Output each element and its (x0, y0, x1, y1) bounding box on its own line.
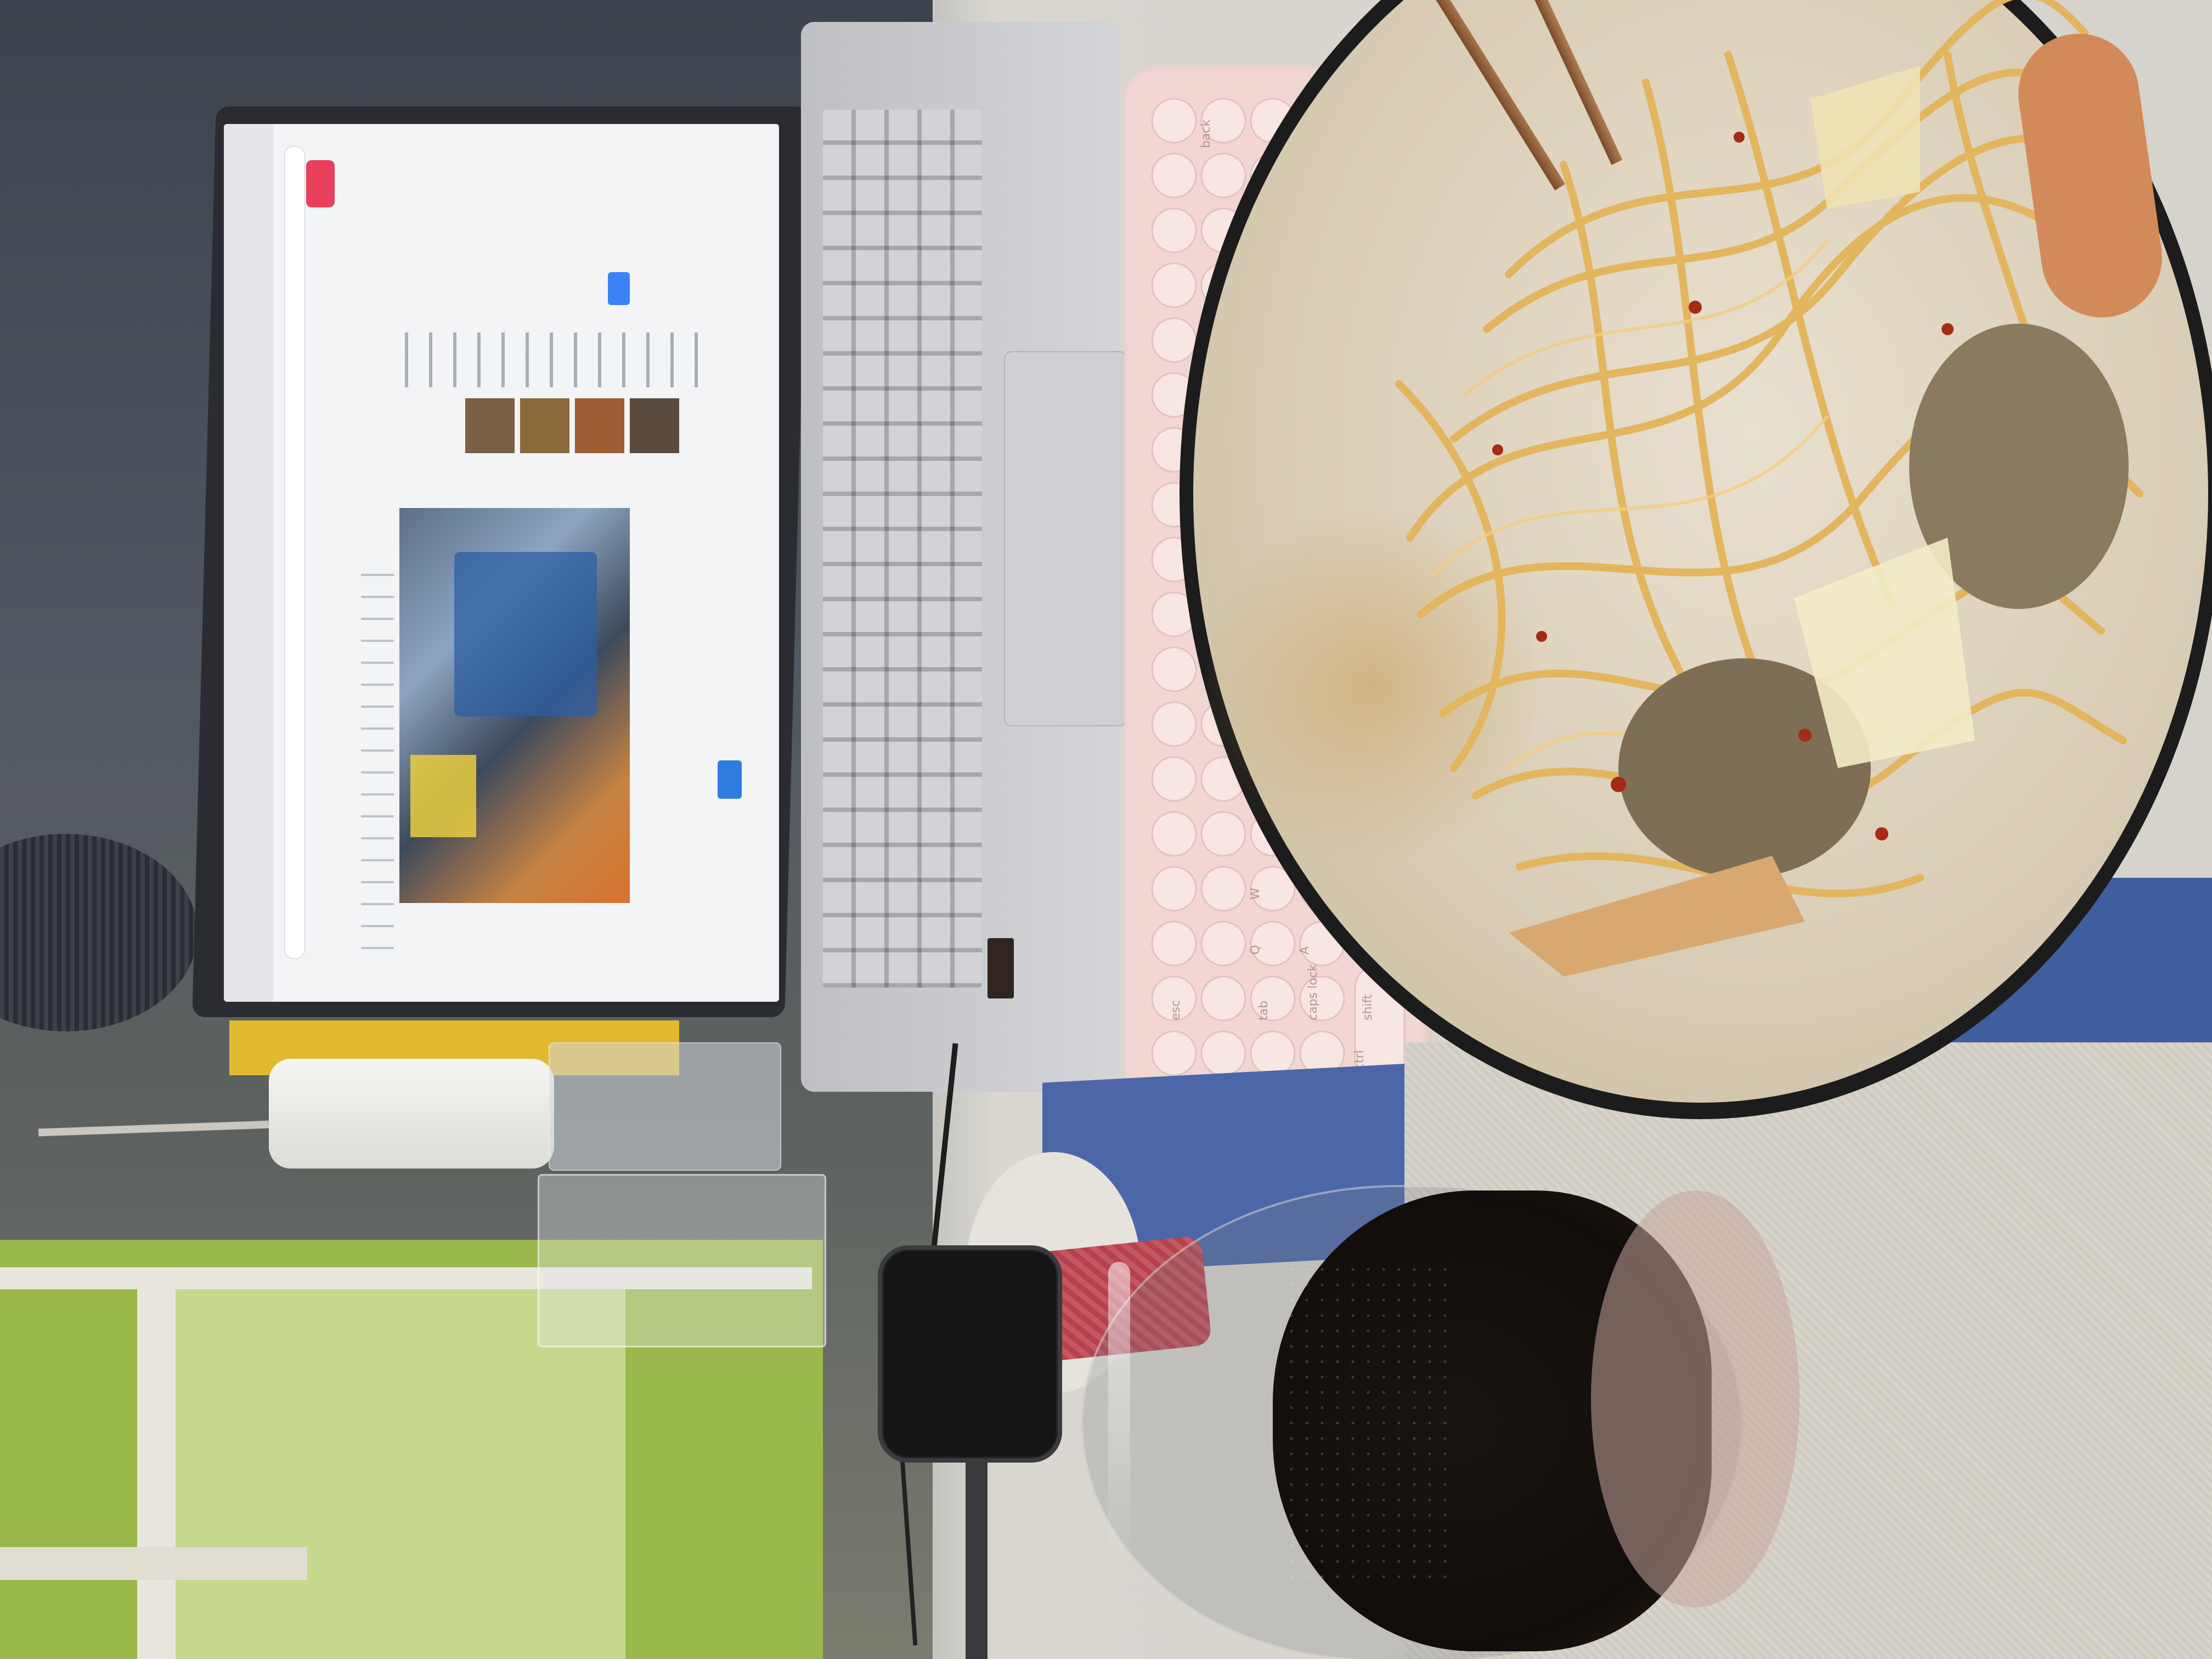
coaster (1591, 1190, 1799, 1607)
key-label-back: back (1199, 119, 1213, 148)
sausage (2018, 33, 2162, 318)
laptop-trackpad (1004, 351, 1127, 726)
laptop-keyboard (823, 110, 982, 988)
blue-action-button[interactable] (718, 760, 742, 799)
desk-photo-scene: logi ctrl shift caps lock tab esc A W Q … (0, 0, 2212, 1659)
shelf-board (0, 1547, 307, 1580)
blurred-text-lines (405, 332, 712, 387)
key-label-caps-lock: caps lock (1306, 964, 1320, 1020)
key-label-q: Q (1249, 945, 1262, 955)
key-label-esc: esc (1169, 1000, 1183, 1020)
smartwatch (878, 1245, 1062, 1463)
browser-tab-bar[interactable] (224, 124, 273, 1002)
acrylic-organizer (538, 1174, 826, 1347)
water-flosser (269, 1059, 554, 1169)
recommendation-thumb-4[interactable] (630, 398, 679, 453)
fish-tofu (1509, 856, 1805, 977)
shelf-divider (137, 1278, 176, 1659)
laptop-sticker (988, 938, 1014, 998)
recommendation-thumb-2[interactable] (520, 398, 569, 453)
key-label-tab: tab (1257, 1001, 1271, 1020)
water-flosser-tank (549, 1042, 781, 1171)
recommendation-thumb-3[interactable] (575, 398, 624, 453)
glass-highlight (1108, 1262, 1130, 1569)
video-thumbnail-overlay (454, 552, 597, 716)
video-thumbnail-highlight (410, 755, 476, 837)
brand-red-badge (306, 160, 335, 207)
follow-button[interactable] (608, 272, 630, 305)
monitor-screen (224, 124, 779, 1002)
blurred-text-lines-2 (361, 574, 394, 958)
browser-address-bar[interactable] (284, 146, 305, 959)
napa-cabbage-2 (1810, 66, 1920, 208)
key-label-a: A (1298, 946, 1312, 955)
recommendation-thumb-1[interactable] (465, 398, 515, 453)
cola-bubbles (1284, 1262, 1448, 1591)
noodles (1395, 0, 2162, 977)
key-label-w: W (1249, 888, 1262, 900)
